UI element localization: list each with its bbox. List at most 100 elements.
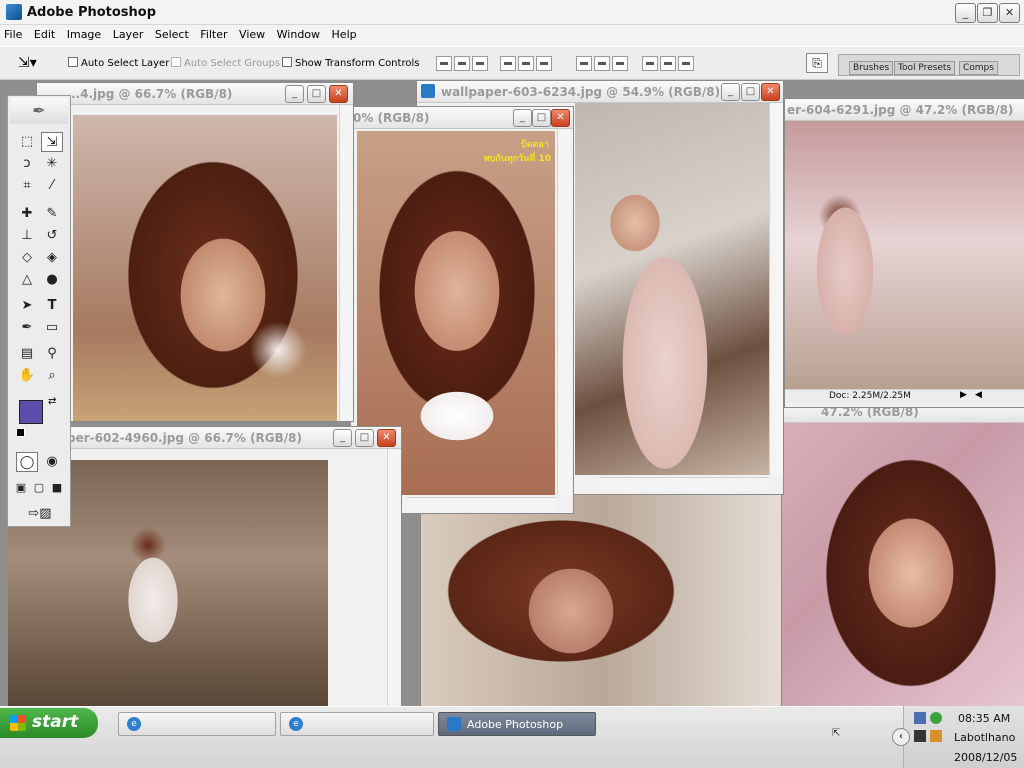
swap-colors-icon[interactable]: ⇄ bbox=[48, 396, 56, 407]
doc-close-button[interactable]: ✕ bbox=[329, 85, 348, 103]
menu-edit[interactable]: Edit bbox=[30, 25, 59, 41]
clock-time[interactable]: 08:35 AM bbox=[958, 712, 1010, 725]
screen-mode-full-icon[interactable]: ■ bbox=[48, 478, 66, 498]
blur-tool-icon[interactable]: △ bbox=[16, 270, 38, 290]
taskbar-item-photoshop[interactable]: Adobe Photoshop bbox=[438, 712, 596, 736]
jump-to-imageready-icon[interactable]: ⇨▨ bbox=[20, 504, 60, 524]
doc-minimize-button[interactable]: _ bbox=[721, 83, 740, 101]
scroll-left-arrow-icon[interactable]: ◀ bbox=[975, 390, 982, 400]
standard-mode-icon[interactable]: ◯ bbox=[16, 452, 38, 472]
crop-tool-icon[interactable]: ⌗ bbox=[16, 176, 38, 196]
status-menu-arrow-icon[interactable]: ▶ bbox=[960, 390, 967, 400]
close-button[interactable]: ✕ bbox=[999, 3, 1020, 23]
history-brush-tool-icon[interactable]: ↺ bbox=[41, 226, 63, 246]
align-left-icon[interactable] bbox=[500, 56, 516, 71]
notes-tool-icon[interactable]: ▤ bbox=[16, 344, 38, 364]
taskbar-item-1[interactable]: e bbox=[118, 712, 276, 736]
zoom-tool-icon[interactable]: ⌕ bbox=[41, 366, 63, 386]
pen-tool-icon[interactable]: ✒ bbox=[16, 318, 38, 338]
distribute-bottom-icon[interactable] bbox=[612, 56, 628, 71]
path-selection-tool-icon[interactable]: ➤ bbox=[16, 296, 38, 316]
minimize-button[interactable]: _ bbox=[955, 3, 976, 23]
screen-mode-standard-icon[interactable]: ▣ bbox=[12, 478, 30, 498]
auto-select-layer-checkbox[interactable]: Auto Select Layer bbox=[68, 57, 169, 69]
paint-bucket-tool-icon[interactable]: ◈ bbox=[41, 248, 63, 268]
doc-close-button[interactable]: ✕ bbox=[377, 429, 396, 447]
menu-file[interactable]: File bbox=[0, 25, 26, 41]
align-top-icon[interactable] bbox=[436, 56, 452, 71]
healing-brush-tool-icon[interactable]: ✚ bbox=[16, 204, 38, 224]
align-right-icon[interactable] bbox=[536, 56, 552, 71]
doc-maximize-button[interactable]: □ bbox=[355, 429, 374, 447]
align-hcenter-icon[interactable] bbox=[518, 56, 534, 71]
document-window-6[interactable]: 47.2% (RGB/8) bbox=[780, 400, 1024, 706]
distribute-right-icon[interactable] bbox=[678, 56, 694, 71]
vertical-scrollbar[interactable] bbox=[339, 105, 353, 421]
doc-minimize-button[interactable]: _ bbox=[513, 109, 532, 127]
horizontal-scrollbar[interactable] bbox=[407, 497, 557, 511]
calendar-icon[interactable] bbox=[930, 730, 942, 742]
type-tool-icon[interactable]: T bbox=[41, 296, 63, 316]
shape-tool-icon[interactable]: ▭ bbox=[41, 318, 63, 338]
foreground-color-swatch[interactable] bbox=[19, 400, 43, 424]
tray-expand-icon[interactable]: ‹ bbox=[892, 728, 910, 746]
vertical-scrollbar[interactable] bbox=[557, 129, 571, 495]
vertical-scrollbar[interactable] bbox=[387, 449, 401, 706]
document-title-bar[interactable]: per-602-4960.jpg @ 66.7% (RGB/8) _ □ ✕ bbox=[61, 427, 401, 449]
well-tab-tool-presets[interactable]: Tool Presets bbox=[894, 61, 956, 75]
menu-layer[interactable]: Layer bbox=[109, 25, 148, 41]
document-window-4[interactable]: er-604-6291.jpg @ 47.2% (RGB/8) Doc: 2.2… bbox=[784, 98, 1024, 408]
file-browser-icon[interactable]: ⎘ bbox=[806, 53, 828, 73]
doc-maximize-button[interactable]: □ bbox=[307, 85, 326, 103]
quick-mask-mode-icon[interactable]: ◉ bbox=[41, 452, 63, 472]
document-title-bar[interactable]: ..4.jpg @ 66.7% (RGB/8) _ □ ✕ bbox=[37, 83, 353, 105]
lasso-tool-icon[interactable]: ↄ bbox=[16, 154, 38, 174]
align-bottom-icon[interactable] bbox=[472, 56, 488, 71]
maximize-button[interactable]: ❐ bbox=[977, 3, 998, 23]
document-title-bar[interactable]: wallpaper-603-6234.jpg @ 54.9% (RGB/8) _… bbox=[417, 81, 783, 103]
document-window-1[interactable]: ..4.jpg @ 66.7% (RGB/8) _ □ ✕ bbox=[36, 82, 354, 422]
show-transform-controls-checkbox[interactable]: Show Transform Controls bbox=[282, 57, 419, 69]
marquee-tool-icon[interactable]: ⬚ bbox=[16, 132, 38, 152]
doc-close-button[interactable]: ✕ bbox=[551, 109, 570, 127]
menu-help[interactable]: Help bbox=[328, 25, 361, 41]
eyedropper-tool-icon[interactable]: ⚲ bbox=[41, 344, 63, 364]
quick-launch-overflow-icon[interactable]: ⇱ bbox=[832, 728, 840, 739]
dodge-tool-icon[interactable]: ● bbox=[41, 270, 63, 290]
brush-tool-icon[interactable]: ✎ bbox=[41, 204, 63, 224]
horizontal-scrollbar[interactable] bbox=[599, 477, 769, 491]
eraser-tool-icon[interactable]: ◇ bbox=[16, 248, 38, 268]
menu-select[interactable]: Select bbox=[151, 25, 193, 41]
start-button[interactable]: start bbox=[0, 708, 98, 738]
document-title-bar[interactable]: er-604-6291.jpg @ 47.2% (RGB/8) bbox=[785, 99, 1024, 121]
align-vcenter-icon[interactable] bbox=[454, 56, 470, 71]
display-icon[interactable] bbox=[914, 730, 926, 742]
distribute-vcenter-icon[interactable] bbox=[594, 56, 610, 71]
distribute-hcenter-icon[interactable] bbox=[660, 56, 676, 71]
menu-window[interactable]: Window bbox=[273, 25, 324, 41]
doc-close-button[interactable]: ✕ bbox=[761, 83, 780, 101]
well-tab-comps[interactable]: Comps bbox=[959, 61, 998, 75]
distribute-top-icon[interactable] bbox=[576, 56, 592, 71]
move-tool-preset-icon[interactable]: ⇲▾ bbox=[18, 54, 54, 72]
distribute-left-icon[interactable] bbox=[642, 56, 658, 71]
clone-stamp-tool-icon[interactable]: ⊥ bbox=[16, 226, 38, 246]
doc-maximize-button[interactable]: □ bbox=[532, 109, 551, 127]
screen-mode-full-menu-icon[interactable]: ▢ bbox=[30, 478, 48, 498]
default-colors-icon[interactable] bbox=[16, 428, 25, 437]
document-title-bar[interactable]: 0% (RGB/8) _ □ ✕ bbox=[351, 107, 573, 129]
hand-tool-icon[interactable]: ✋ bbox=[16, 366, 38, 386]
doc-minimize-button[interactable]: _ bbox=[333, 429, 352, 447]
menu-view[interactable]: View bbox=[235, 25, 269, 41]
taskbar-item-2[interactable]: e bbox=[280, 712, 434, 736]
slice-tool-icon[interactable]: ⁄ bbox=[41, 176, 63, 196]
menu-filter[interactable]: Filter bbox=[196, 25, 231, 41]
move-tool-icon[interactable]: ⇲ bbox=[41, 132, 63, 152]
menu-image[interactable]: Image bbox=[63, 25, 105, 41]
doc-maximize-button[interactable]: □ bbox=[741, 83, 760, 101]
network-icon[interactable] bbox=[914, 712, 926, 724]
well-tab-brushes[interactable]: Brushes bbox=[849, 61, 894, 75]
messenger-icon[interactable] bbox=[930, 712, 942, 724]
doc-minimize-button[interactable]: _ bbox=[285, 85, 304, 103]
magic-wand-tool-icon[interactable]: ✳ bbox=[41, 154, 63, 174]
